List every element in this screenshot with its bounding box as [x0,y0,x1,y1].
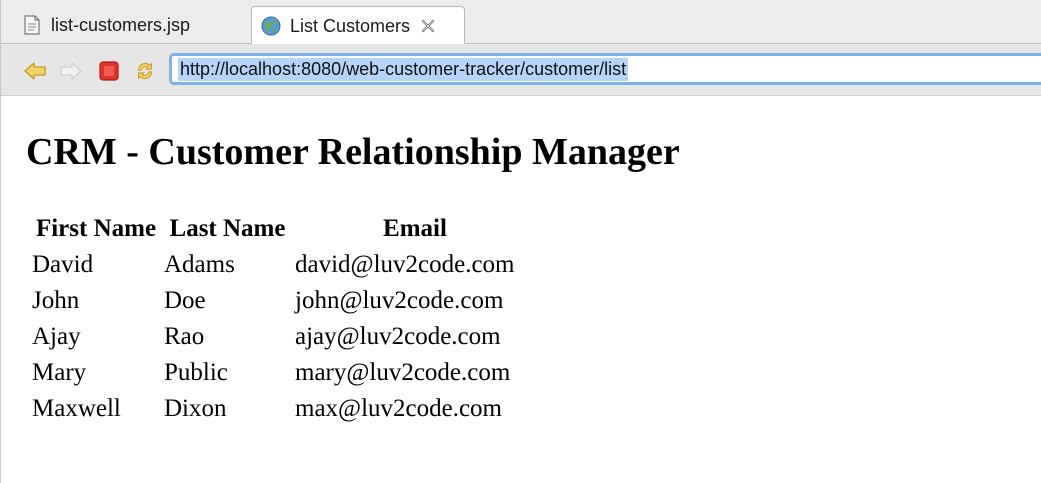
cell-first-name: John [32,287,80,314]
url-text: http://localhost:8080/web-customer-track… [178,57,629,81]
cell-first-name: Maxwell [32,395,121,422]
cell-email: mary@luv2code.com [295,359,511,386]
header-first-name: First Name [35,215,157,242]
page-content: CRM - Customer Relationship Manager Firs… [1,96,1041,483]
cell-last-name: Rao [164,323,205,350]
url-input[interactable]: http://localhost:8080/web-customer-track… [169,53,1041,85]
stop-icon[interactable] [97,59,121,83]
cell-last-name: Doe [164,287,206,314]
tab-strip: list-customers.jsp List Customers [1,0,1041,45]
cell-email: ajay@luv2code.com [295,323,501,350]
cell-last-name: Public [164,359,228,386]
cell-last-name: Dixon [164,395,227,422]
table-row: Maxwell Dixon max@luv2code.com [32,392,535,426]
browser-toolbar: http://localhost:8080/web-customer-track… [1,44,1041,96]
cell-last-name: Adams [164,251,235,278]
browser-window: list-customers.jsp List Customers http:/… [0,0,1041,483]
close-icon[interactable] [420,18,436,34]
tab-list-customers[interactable]: List Customers [251,6,465,45]
table-row: David Adams david@luv2code.com [32,248,535,282]
cell-first-name: Mary [32,359,87,386]
cell-email: max@luv2code.com [295,395,502,422]
table-row: Mary Public mary@luv2code.com [32,356,535,390]
header-last-name: Last Name [169,215,286,242]
tab-label: List Customers [290,15,411,36]
tab-label: list-customers.jsp [51,14,191,35]
customer-table: First Name Last Name Email David Adams d… [28,210,539,428]
tab-list-customers-jsp[interactable]: list-customers.jsp [13,6,249,44]
back-arrow-icon[interactable] [23,59,47,83]
globe-icon [260,15,282,37]
table-row: Ajay Rao ajay@luv2code.com [32,320,535,354]
header-email: Email [383,215,447,242]
refresh-icon[interactable] [133,59,157,83]
cell-first-name: Ajay [32,323,81,350]
forward-arrow-icon[interactable] [59,59,83,83]
jsp-file-icon [21,14,43,36]
cell-email: david@luv2code.com [295,251,515,278]
cell-email: john@luv2code.com [295,287,504,314]
page-title: CRM - Customer Relationship Manager [26,131,680,173]
table-header-row: First Name Last Name Email [32,212,535,246]
table-row: John Doe john@luv2code.com [32,284,535,318]
cell-first-name: David [32,251,94,278]
